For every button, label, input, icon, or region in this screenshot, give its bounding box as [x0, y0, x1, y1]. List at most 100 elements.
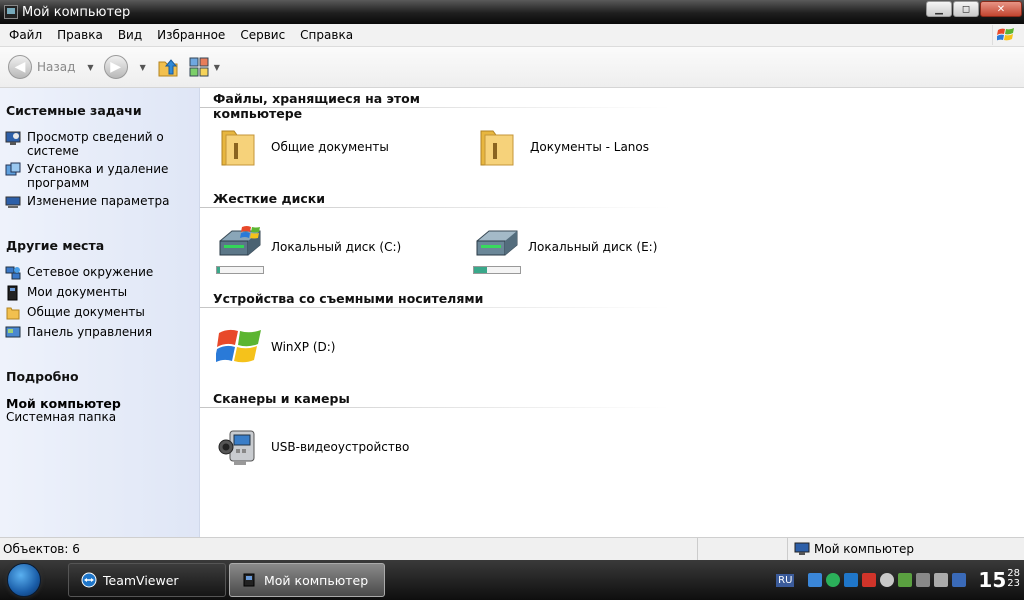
task-label: Изменение параметра: [27, 194, 170, 208]
teamviewer-icon: [81, 572, 97, 588]
place-control-panel[interactable]: Панель управления: [0, 325, 187, 341]
place-label: Панель управления: [27, 325, 153, 339]
task-view-system-info[interactable]: Просмотр сведений о системе: [0, 130, 187, 158]
network-icon: [5, 266, 21, 280]
folder-icon: [480, 130, 514, 166]
task-label: Установка и удаление программ: [27, 162, 169, 190]
usb-device-icon[interactable]: [934, 573, 949, 587]
section-title-scanners-cameras: Сканеры и камеры: [213, 391, 350, 406]
taskbar-button-teamviewer[interactable]: TeamViewer: [68, 563, 226, 597]
folder-up-icon: [158, 59, 178, 77]
item-label: WinXP (D:): [271, 340, 336, 354]
details-name: Мой компьютер: [6, 396, 121, 411]
red-arrow-icon[interactable]: [862, 573, 877, 587]
item-label: Документы - Lanos: [530, 140, 650, 154]
item-label: Общие документы: [271, 140, 389, 154]
windows-cd-icon: [216, 329, 261, 363]
minimize-button[interactable]: ▁: [926, 1, 952, 17]
green-arrow-icon[interactable]: [898, 573, 913, 587]
disk-usage-bar: [473, 266, 521, 274]
other-places-title: Другие места: [6, 238, 105, 253]
item-documents-lanos[interactable]: Документы - Lanos: [475, 123, 649, 171]
arrow-right-icon: ▶: [110, 59, 121, 75]
menu-edit[interactable]: Правка: [48, 28, 109, 42]
hard-drive-icon: [476, 230, 518, 256]
item-label: USB-видеоустройство: [271, 440, 410, 454]
section-divider: [200, 107, 670, 108]
status-bar: Объектов: 6 Мой компьютер: [0, 537, 1024, 560]
my-computer-icon: [4, 5, 18, 19]
green-status-icon[interactable]: [826, 573, 841, 587]
my-computer-icon: [243, 573, 255, 587]
shared-documents-icon: [6, 307, 20, 320]
clock-seconds: 23: [1007, 578, 1020, 589]
back-label: Назад: [37, 60, 76, 74]
security-shield-icon[interactable]: [880, 573, 895, 587]
menu-favorites[interactable]: Избранное: [148, 28, 231, 42]
item-winxp-cd[interactable]: WinXP (D:): [216, 323, 335, 371]
folder-up-button[interactable]: [156, 55, 180, 79]
menu-bar: Файл Правка Вид Избранное Сервис Справка: [0, 24, 1024, 47]
network-connections-icon[interactable]: [808, 573, 823, 587]
system-tray: RU 15 28 23: [776, 560, 1024, 600]
bluetooth-icon[interactable]: [952, 573, 967, 587]
task-label: Просмотр сведений о системе: [27, 130, 164, 158]
item-local-disk-e[interactable]: Локальный диск (E:): [473, 223, 658, 274]
taskbar-button-label: TeamViewer: [103, 572, 179, 588]
change-setting-icon: [5, 196, 21, 208]
section-title-removable: Устройства со съемными носителями: [213, 291, 484, 306]
views-dropdown-icon[interactable]: ▼: [214, 63, 220, 72]
details-description: Системная папка: [6, 410, 117, 424]
window-title: Мой компьютер: [22, 4, 131, 20]
task-pane: Системные задачи Просмотр сведений о сис…: [0, 88, 200, 537]
title-bar[interactable]: Мой компьютер ▁ ◻ ✕: [0, 0, 1024, 24]
item-local-disk-c[interactable]: Локальный диск (C:): [216, 223, 402, 274]
camcorder-icon: [218, 430, 255, 465]
section-divider: [200, 407, 670, 408]
forward-button[interactable]: ▶: [103, 55, 128, 79]
task-add-remove-programs[interactable]: Установка и удаление программ: [0, 162, 187, 190]
item-usb-video-device[interactable]: USB-видеоустройство: [216, 423, 409, 471]
system-info-icon: [5, 131, 21, 145]
maximize-button[interactable]: ◻: [953, 1, 979, 17]
start-orb-icon: [7, 563, 41, 597]
taskbar-button-my-computer[interactable]: Мой компьютер: [229, 563, 385, 597]
clock-hours: 15: [978, 568, 1007, 592]
views-button[interactable]: [188, 55, 212, 79]
taskbar-button-label: Мой компьютер: [264, 572, 369, 588]
add-remove-programs-icon: [5, 162, 21, 176]
place-shared-documents[interactable]: Общие документы: [0, 305, 187, 321]
section-divider: [200, 307, 670, 308]
volume-icon[interactable]: [916, 573, 931, 587]
item-label: Локальный диск (C:): [271, 240, 402, 254]
place-network[interactable]: Сетевое окружение: [0, 265, 187, 281]
place-label: Сетевое окружение: [27, 265, 154, 279]
section-title-stored-files: Файлы, хранящиеся на этом компьютере: [213, 91, 420, 121]
teamviewer-tray-icon[interactable]: [844, 573, 859, 587]
my-documents-icon: [7, 285, 18, 301]
menu-help[interactable]: Справка: [291, 28, 359, 42]
details-title: Подробно: [6, 369, 79, 384]
place-my-documents[interactable]: Мои документы: [0, 285, 187, 301]
content-area: Файлы, хранящиеся на этом компьютере Общ…: [200, 88, 1024, 537]
menu-view[interactable]: Вид: [109, 28, 148, 42]
status-location-label: Мой компьютер: [814, 542, 914, 556]
windows-logo-icon: [992, 25, 1018, 45]
back-button[interactable]: ◀: [8, 55, 32, 79]
toolbar: ◀ Назад ▼ ▶ ▼ ▼: [0, 47, 1024, 88]
taskbar: TeamViewer Мой компьютер RU 15 28 23: [0, 560, 1024, 600]
menu-file[interactable]: Файл: [0, 28, 48, 42]
task-change-setting[interactable]: Изменение параметра: [0, 194, 187, 210]
menu-tools[interactable]: Сервис: [231, 28, 291, 42]
clock[interactable]: 15 28 23: [978, 568, 1020, 592]
status-object-count: Объектов: 6: [0, 538, 698, 560]
control-panel-icon: [5, 326, 21, 338]
hard-drive-windows-icon: [219, 226, 261, 256]
language-indicator[interactable]: RU: [776, 573, 795, 587]
item-label: Локальный диск (E:): [528, 240, 658, 254]
start-button[interactable]: [0, 560, 48, 600]
item-shared-documents[interactable]: Общие документы: [216, 123, 389, 171]
forward-history-dropdown-icon[interactable]: ▼: [140, 63, 146, 72]
back-history-dropdown-icon[interactable]: ▼: [87, 63, 93, 72]
close-button[interactable]: ✕: [980, 1, 1022, 17]
